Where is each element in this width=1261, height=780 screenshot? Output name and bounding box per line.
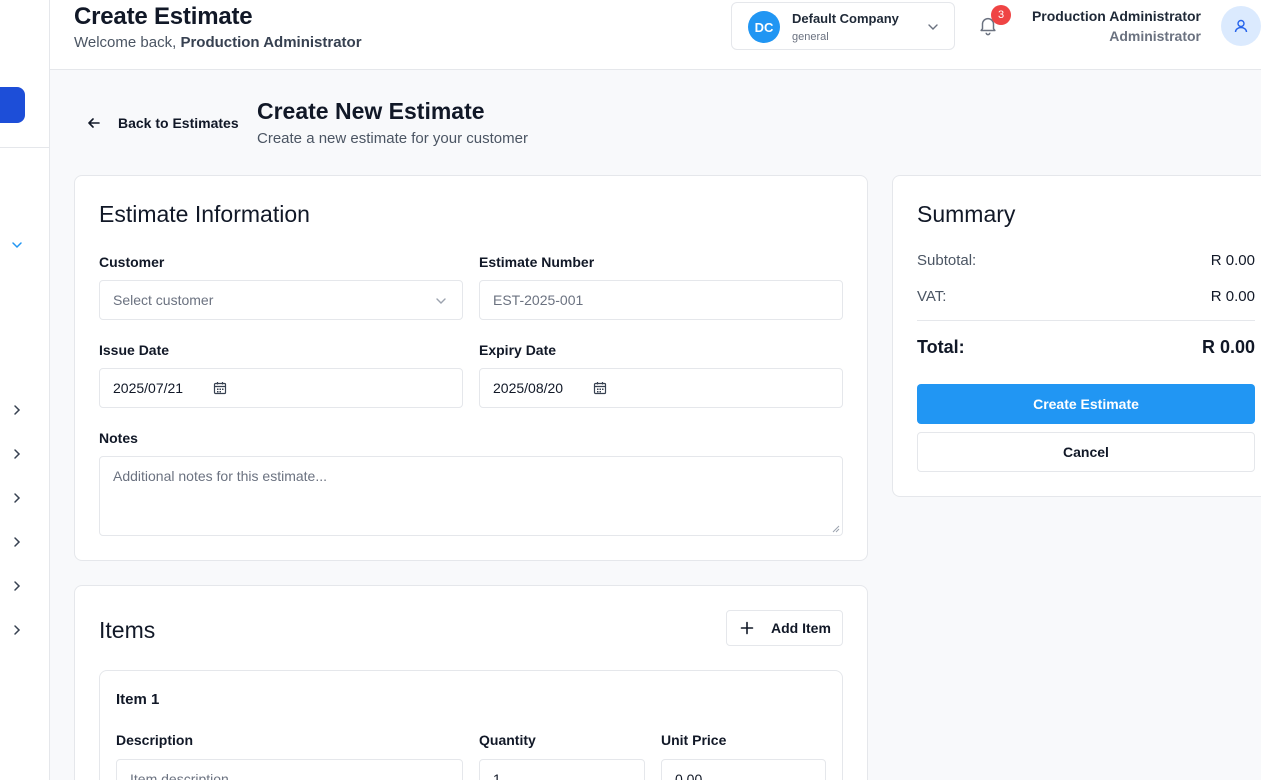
items-title: Items: [99, 617, 156, 643]
sidebar: [0, 0, 50, 780]
estimate-number-placeholder: EST-2025-001: [493, 292, 584, 308]
total-value: R 0.00: [1201, 337, 1255, 357]
vat-row: VAT: R 0.00: [917, 288, 1255, 305]
vat-value: R 0.00: [1210, 288, 1255, 305]
chevron-right-icon[interactable]: [9, 490, 25, 506]
unit-price-input[interactable]: 0.00: [661, 759, 826, 780]
estimate-info-title: Estimate Information: [99, 201, 310, 227]
item-card: Item 1 Description Item description Quan…: [99, 670, 843, 780]
estimate-info-card: Estimate Information Customer Select cus…: [74, 175, 868, 561]
back-to-estimates-link[interactable]: Back to Estimates: [86, 113, 239, 133]
welcome-prefix: Welcome back,: [74, 34, 177, 51]
quantity-label: Quantity: [479, 732, 536, 748]
company-sub: general: [792, 31, 829, 43]
resize-handle-icon[interactable]: [832, 525, 840, 533]
expiry-date-value: 2025/08/20: [493, 380, 564, 396]
customer-select[interactable]: Select customer: [99, 280, 463, 320]
subtotal-label: Subtotal:: [917, 252, 977, 269]
chevron-right-icon[interactable]: [9, 402, 25, 418]
chevron-right-icon[interactable]: [9, 578, 25, 594]
issue-date-value: 2025/07/21: [113, 380, 184, 396]
customer-placeholder: Select customer: [113, 292, 214, 308]
notes-placeholder: Additional notes for this estimate...: [113, 468, 327, 484]
quantity-input[interactable]: 1: [479, 759, 645, 780]
issue-date-input[interactable]: 2025/07/21: [99, 368, 463, 408]
create-estimate-button[interactable]: Create Estimate: [917, 384, 1255, 424]
summary-divider: [917, 320, 1255, 321]
company-avatar: DC: [748, 11, 780, 43]
issue-date-label: Issue Date: [99, 342, 170, 358]
sidebar-divider: [0, 147, 49, 148]
vat-label: VAT:: [917, 288, 947, 305]
user-avatar[interactable]: [1221, 6, 1261, 46]
page-subtitle: Create a new estimate for your customer: [257, 130, 528, 147]
back-label: Back to Estimates: [118, 115, 239, 131]
expiry-date-input[interactable]: 2025/08/20: [479, 368, 843, 408]
top-header: Create Estimate Welcome back, Production…: [50, 0, 1261, 70]
welcome-text: Welcome back, Production Administrator: [74, 34, 362, 51]
welcome-user: Production Administrator: [180, 34, 362, 51]
calendar-icon[interactable]: [593, 381, 607, 395]
subtotal-value: R 0.00: [1210, 252, 1255, 269]
notes-textarea[interactable]: Additional notes for this estimate...: [99, 456, 843, 536]
chevron-right-icon[interactable]: [9, 534, 25, 550]
total-row: Total: R 0.00: [917, 337, 1255, 358]
subtotal-row: Subtotal: R 0.00: [917, 252, 1255, 269]
item-description-placeholder: Item description: [130, 771, 229, 780]
description-label: Description: [116, 732, 194, 748]
company-switcher[interactable]: DC Default Company general: [731, 2, 955, 50]
total-label: Total:: [917, 337, 965, 357]
unit-price-label: Unit Price: [661, 732, 727, 748]
chevron-right-icon[interactable]: [9, 622, 25, 638]
chevron-right-icon[interactable]: [9, 446, 25, 462]
plus-icon: [740, 621, 754, 635]
expiry-date-label: Expiry Date: [479, 342, 557, 358]
user-icon: [1234, 19, 1248, 33]
item-description-input[interactable]: Item description: [116, 759, 463, 780]
company-name: Default Company: [792, 11, 899, 26]
sidebar-active-item[interactable]: [0, 87, 25, 123]
chevron-down-icon[interactable]: [9, 237, 25, 253]
notes-label: Notes: [99, 430, 138, 446]
cancel-button[interactable]: Cancel: [917, 432, 1255, 472]
estimate-number-input[interactable]: EST-2025-001: [479, 280, 843, 320]
quantity-value: 1: [493, 771, 501, 780]
summary-card: Summary Subtotal: R 0.00 VAT: R 0.00 Tot…: [892, 175, 1261, 497]
header-title: Create Estimate: [74, 3, 253, 30]
user-name: Production Administrator: [1031, 8, 1201, 24]
item-title: Item 1: [116, 691, 160, 708]
add-item-label: Add Item: [771, 620, 831, 636]
unit-price-value: 0.00: [675, 771, 703, 780]
customer-label: Customer: [99, 254, 165, 270]
page-title: Create New Estimate: [257, 98, 485, 124]
arrow-left-icon: [88, 118, 100, 128]
calendar-icon[interactable]: [213, 381, 227, 395]
user-role: Administrator: [1109, 28, 1201, 44]
estimate-number-label: Estimate Number: [479, 254, 595, 270]
items-card: Items Add Item Item 1 Description Item d…: [74, 585, 868, 780]
chevron-down-icon: [928, 24, 938, 30]
notification-badge: 3: [991, 5, 1011, 25]
add-item-button[interactable]: Add Item: [726, 610, 843, 646]
chevron-down-icon: [436, 298, 446, 304]
summary-title: Summary: [917, 201, 1016, 227]
